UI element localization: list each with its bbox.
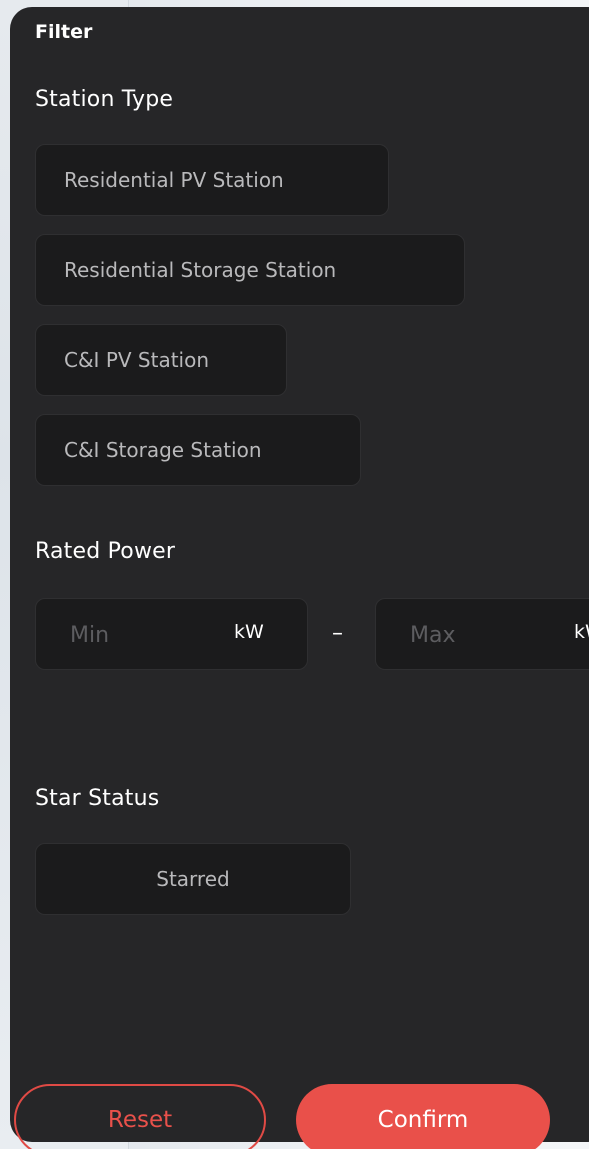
rated-power-min-unit: kW [234, 621, 264, 643]
rated-power-max-box: kW [375, 598, 589, 670]
rated-power-max-unit: kW [574, 621, 589, 643]
station-type-option-residential-pv[interactable]: Residential PV Station [35, 144, 389, 216]
rated-power-separator: – [332, 621, 343, 646]
station-type-option-ci-storage[interactable]: C&I Storage Station [35, 414, 361, 486]
reset-button[interactable]: Reset [14, 1084, 266, 1149]
rated-power-min-box: kW [35, 598, 308, 670]
station-type-option-residential-storage[interactable]: Residential Storage Station [35, 234, 465, 306]
rated-power-min-input[interactable] [70, 621, 190, 649]
confirm-button[interactable]: Confirm [296, 1084, 550, 1149]
station-type-option-ci-pv[interactable]: C&I PV Station [35, 324, 287, 396]
station-type-heading: Station Type [35, 87, 174, 112]
rated-power-max-input[interactable] [410, 621, 530, 649]
panel-title: Filter [35, 21, 93, 43]
star-status-option-starred[interactable]: Starred [35, 843, 351, 915]
rated-power-heading: Rated Power [35, 539, 176, 564]
filter-panel: Filter Station Type Residential PV Stati… [10, 7, 589, 1142]
star-status-heading: Star Status [35, 786, 160, 811]
